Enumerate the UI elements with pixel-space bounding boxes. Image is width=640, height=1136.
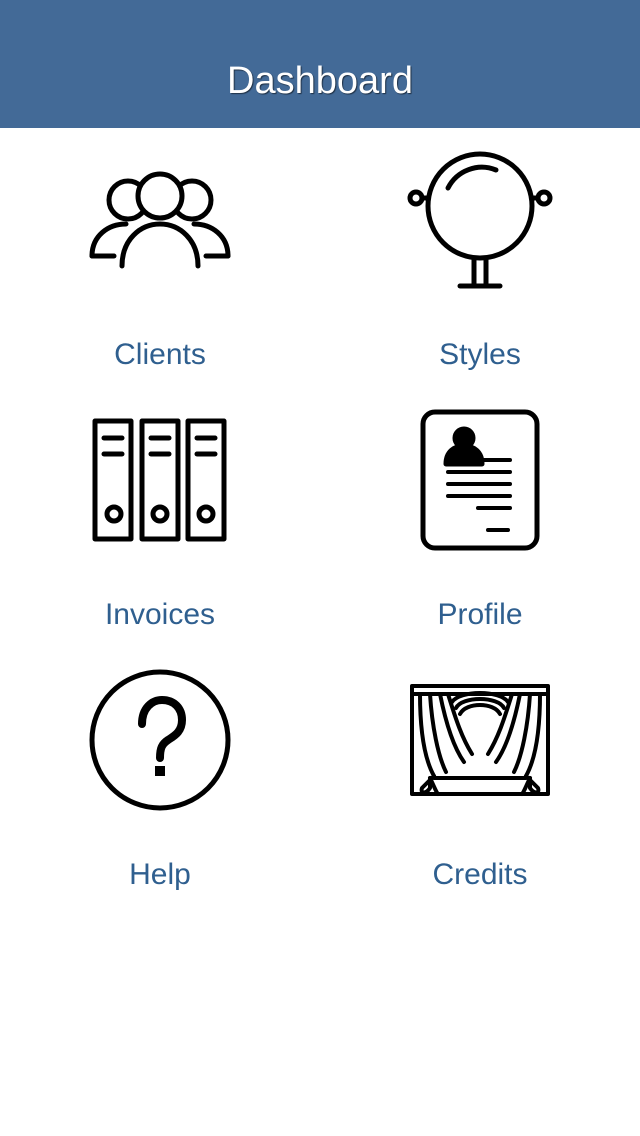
navbar: Dashboard — [0, 0, 640, 128]
page-title: Dashboard — [227, 60, 413, 102]
menu-item-styles[interactable]: Styles — [320, 148, 640, 408]
question-icon — [80, 668, 240, 828]
menu-item-label: Clients — [114, 338, 206, 371]
menu-item-profile[interactable]: Profile — [320, 408, 640, 668]
menu-item-label: Styles — [439, 338, 521, 371]
menu-item-clients[interactable]: Clients — [0, 148, 320, 408]
menu-item-label: Help — [129, 858, 191, 891]
menu-item-credits[interactable]: Credits — [320, 668, 640, 928]
mirror-icon — [400, 148, 560, 308]
menu-item-invoices[interactable]: Invoices — [0, 408, 320, 668]
binders-icon — [80, 408, 240, 568]
curtains-icon — [400, 668, 560, 828]
menu-item-help[interactable]: Help — [0, 668, 320, 928]
menu-item-label: Profile — [437, 598, 523, 631]
users-icon — [80, 148, 240, 308]
resume-icon — [400, 408, 560, 568]
menu-item-label: Credits — [432, 858, 528, 891]
menu-item-label: Invoices — [104, 598, 216, 631]
